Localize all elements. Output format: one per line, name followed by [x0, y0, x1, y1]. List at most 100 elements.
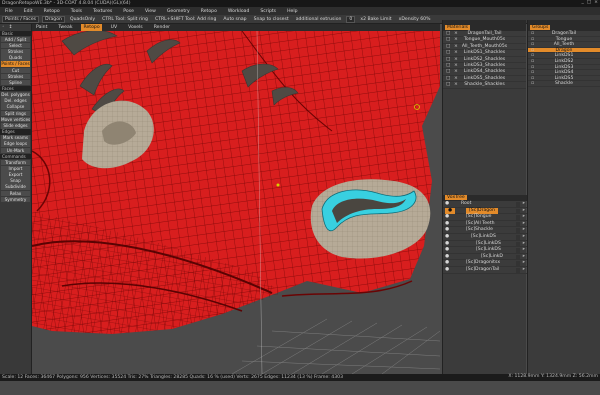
- tool-button[interactable]: Collapse: [1, 104, 30, 111]
- tab-retopo[interactable]: Retopo: [81, 24, 102, 31]
- dropdown-icon[interactable]: ▸: [523, 221, 525, 228]
- tool-button[interactable]: Strokes: [1, 73, 30, 80]
- tool-button[interactable]: Transform: [1, 159, 30, 166]
- tool-button[interactable]: Subdivide: [1, 184, 30, 191]
- color-swatch[interactable]: [516, 221, 520, 227]
- menu-item[interactable]: Edit: [22, 8, 35, 15]
- tab-paint[interactable]: Paint: [34, 24, 49, 31]
- dropdown-icon[interactable]: ▸: [523, 208, 525, 215]
- tool-button[interactable]: Relax: [1, 190, 30, 197]
- tool-button[interactable]: Del. edges: [1, 98, 30, 104]
- dropdown-icon[interactable]: ▸: [523, 267, 525, 274]
- auto-snap-toggle[interactable]: Auto snap: [221, 16, 248, 23]
- menu-item[interactable]: Geometry: [165, 8, 192, 15]
- tool-button[interactable]: Mark seams: [1, 135, 30, 141]
- eye-icon[interactable]: ●: [445, 254, 449, 261]
- eye-icon[interactable]: ●: [445, 227, 449, 234]
- menu-item[interactable]: Workload: [226, 8, 251, 15]
- tool-button[interactable]: Un-Mark: [1, 147, 30, 154]
- menu-item[interactable]: Retopo: [199, 8, 219, 15]
- tool-button[interactable]: Snap: [1, 178, 30, 184]
- close-button[interactable]: ×: [594, 0, 598, 5]
- menu-item[interactable]: Textures: [91, 8, 114, 15]
- dropdown-icon[interactable]: ▸: [523, 227, 525, 234]
- dropdown-icon[interactable]: ▸: [523, 201, 525, 208]
- tab-tweak[interactable]: Tweak: [56, 24, 74, 31]
- voxtree-item[interactable]: ● [Sc]Shackle ▸: [443, 227, 527, 234]
- color-swatch[interactable]: [516, 241, 520, 247]
- dropdown-icon[interactable]: ▸: [523, 260, 525, 267]
- color-swatch[interactable]: [516, 234, 520, 240]
- group-item[interactable]: ▫ Shackle: [528, 81, 600, 87]
- material-item[interactable]: □ × Shackle_Shackles: [443, 82, 526, 89]
- viewport[interactable]: [32, 31, 440, 374]
- dropdown-icon[interactable]: ▸: [523, 241, 525, 248]
- tool-button[interactable]: Del. polygons: [1, 92, 30, 98]
- transform-tool-icon[interactable]: ↕: [9, 25, 13, 30]
- tool-button[interactable]: Export: [1, 172, 30, 178]
- tool-button[interactable]: Add / Split: [1, 36, 30, 43]
- tool-button[interactable]: Strokes: [1, 48, 30, 55]
- tool-button[interactable]: Points / Faces: [1, 61, 30, 67]
- dropdown-icon[interactable]: ▸: [523, 214, 525, 221]
- select-tool-icon[interactable]: ◦: [2, 25, 5, 30]
- maximize-button[interactable]: □: [587, 0, 591, 5]
- voxtree-item[interactable]: ● [Sc]LinkDS ▸: [443, 247, 527, 254]
- ctrl-tool-select[interactable]: CTRL Tool: Split ring: [100, 16, 150, 23]
- dropdown-icon[interactable]: ▸: [523, 247, 525, 254]
- mode-select[interactable]: Points / Faces: [2, 15, 40, 23]
- minimize-button[interactable]: _: [582, 0, 584, 5]
- dropdown-icon[interactable]: ▸: [523, 254, 525, 261]
- color-swatch[interactable]: [516, 215, 520, 220]
- dropdown-icon[interactable]: ▸: [523, 234, 525, 241]
- color-swatch[interactable]: [516, 261, 520, 266]
- eye-icon[interactable]: ●: [445, 247, 449, 254]
- tool-button[interactable]: Edge loops: [1, 141, 30, 147]
- menu-item[interactable]: File: [3, 8, 15, 15]
- voxtree-item[interactable]: ● [Sc]DragonTail ▸: [443, 267, 527, 274]
- tool-button[interactable]: Quads: [1, 55, 30, 61]
- voxtree-item[interactable]: ● [Sc]Tongue ▸: [443, 214, 527, 221]
- tool-button[interactable]: Move vertices: [1, 116, 30, 123]
- quadsonly-toggle[interactable]: QuadsOnly: [68, 16, 97, 23]
- density-field[interactable]: xDensity 60%: [397, 16, 433, 23]
- voxtree-item[interactable]: ● [Sc]LinkDS ▸: [443, 234, 527, 241]
- tool-button[interactable]: Spline: [1, 79, 30, 86]
- group-select[interactable]: Dragon: [42, 15, 65, 23]
- tool-button[interactable]: Split rings: [1, 110, 30, 117]
- eye-icon[interactable]: ●: [445, 214, 449, 221]
- tool-button[interactable]: Slide edges: [1, 123, 30, 129]
- viewport-canvas[interactable]: [32, 31, 440, 374]
- color-swatch[interactable]: [516, 202, 520, 207]
- vertex-marker[interactable]: [276, 183, 280, 187]
- eye-icon[interactable]: ●: [445, 260, 449, 267]
- eye-icon[interactable]: ●: [445, 267, 449, 274]
- menu-item[interactable]: Retopo: [42, 8, 62, 15]
- ctrl-shift-tool-select[interactable]: CTRL+SHIFT Tool: Add ring: [153, 16, 218, 23]
- bake-limit-field[interactable]: x2 Bake Limit: [358, 16, 393, 23]
- voxtree-item[interactable]: ● [Sc]Dragonitsx ▸: [443, 260, 527, 267]
- eye-icon[interactable]: ●: [445, 241, 449, 248]
- menu-item[interactable]: Tools: [69, 8, 84, 15]
- tool-button[interactable]: Cut: [1, 67, 30, 74]
- menu-item[interactable]: Help: [285, 8, 299, 15]
- menu-item[interactable]: Scripts: [258, 8, 278, 15]
- tool-button[interactable]: Symmetry: [1, 196, 30, 203]
- menu-item[interactable]: View: [143, 8, 158, 15]
- eye-icon[interactable]: ●: [445, 221, 449, 228]
- eye-icon[interactable]: ●: [445, 207, 456, 215]
- color-swatch[interactable]: [516, 228, 520, 233]
- tool-button[interactable]: Select: [1, 42, 30, 49]
- snap-select[interactable]: Snap to closest: [252, 16, 291, 23]
- color-swatch[interactable]: [516, 208, 520, 214]
- menu-item[interactable]: Pose: [121, 8, 136, 15]
- voxtree-item[interactable]: ● Root ▸: [443, 201, 527, 208]
- tool-button[interactable]: Import: [1, 165, 30, 172]
- color-swatch[interactable]: [516, 248, 520, 253]
- tab-voxels[interactable]: Voxels: [126, 24, 145, 31]
- color-swatch[interactable]: [516, 267, 520, 273]
- extrusion-field[interactable]: 0: [346, 15, 356, 23]
- additional-extrusion-toggle[interactable]: additional extrusion: [294, 16, 344, 23]
- eye-icon[interactable]: ●: [445, 234, 449, 241]
- eye-icon[interactable]: ●: [445, 201, 449, 208]
